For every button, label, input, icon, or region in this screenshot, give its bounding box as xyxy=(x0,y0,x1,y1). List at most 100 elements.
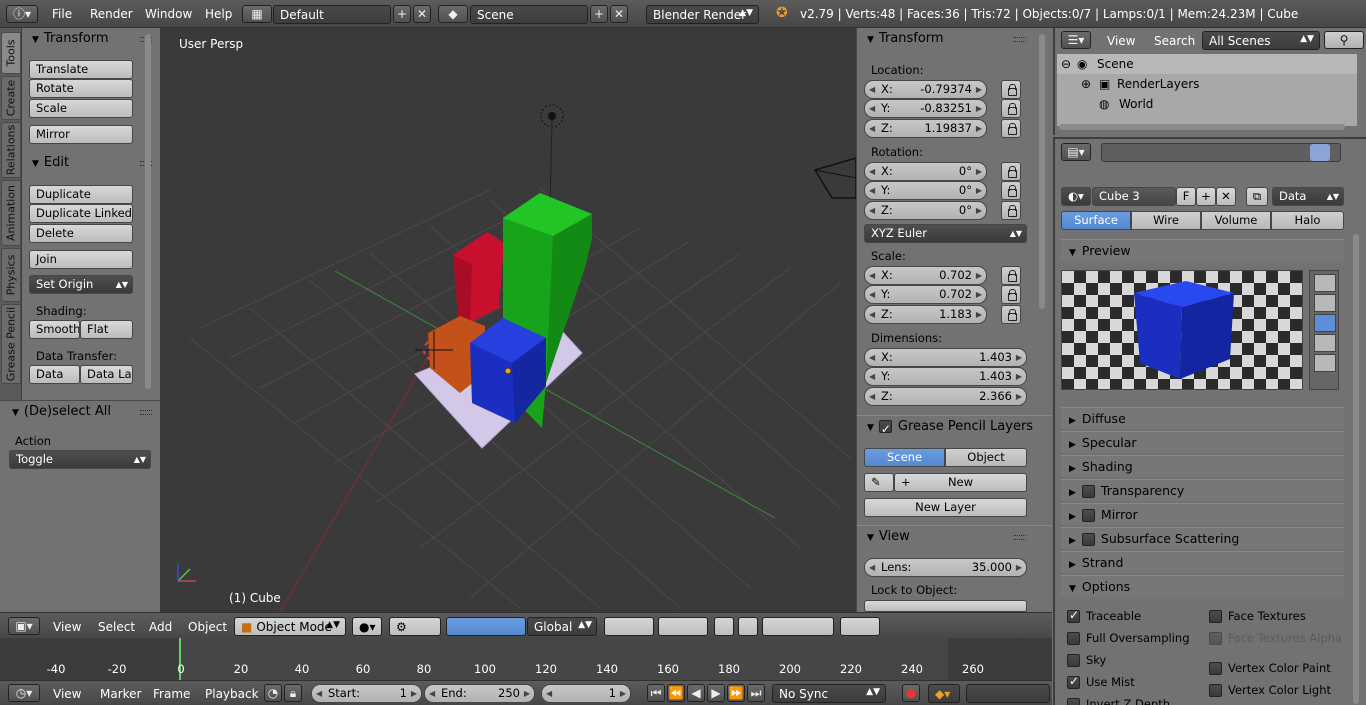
checkbox[interactable] xyxy=(1067,654,1080,667)
expand-icon[interactable]: ⊕ xyxy=(1081,74,1091,94)
smooth-button[interactable]: Smooth xyxy=(29,320,80,339)
layers-grid-1[interactable] xyxy=(604,617,654,636)
transparency-checkbox[interactable] xyxy=(1081,485,1095,498)
gp-object-toggle[interactable]: Object xyxy=(945,448,1027,467)
tab-tools[interactable]: Tools xyxy=(1,32,21,74)
vp-menu-add[interactable]: Add xyxy=(149,620,172,634)
monkey-preview-icon[interactable] xyxy=(1314,334,1336,352)
traceable-option[interactable]: Traceable xyxy=(1067,608,1141,623)
drag-grip-icon[interactable] xyxy=(140,410,152,415)
lock-icon[interactable] xyxy=(1001,162,1021,181)
outliner-h-scrollbar[interactable] xyxy=(1059,124,1345,130)
surface-tab[interactable]: Surface xyxy=(1061,211,1131,230)
grease-pencil-checkbox[interactable] xyxy=(878,418,892,440)
tree-row-world[interactable]: ◍ World xyxy=(1057,94,1357,114)
scale-button[interactable]: Scale xyxy=(29,99,133,118)
add-material-icon[interactable]: + xyxy=(1196,187,1216,206)
rotation-mode-select[interactable]: XYZ Euler ▲▼ xyxy=(864,224,1027,243)
sphere-preview-icon[interactable] xyxy=(1314,294,1336,312)
search-icon[interactable]: ⚲ xyxy=(1324,31,1364,49)
start-frame-field[interactable]: ◀ Start: 1 ▶ xyxy=(311,684,422,703)
outliner-search-menu[interactable]: Search xyxy=(1154,34,1195,48)
vp-menu-object[interactable]: Object xyxy=(188,620,227,634)
tl-menu-frame[interactable]: Frame xyxy=(153,687,190,701)
checkbox[interactable] xyxy=(1067,608,1080,623)
data-layers-button[interactable]: Data La xyxy=(80,365,133,384)
camera-icon[interactable] xyxy=(813,157,856,199)
flat-preview-icon[interactable] xyxy=(1314,274,1336,292)
layers-grid-2[interactable] xyxy=(658,617,708,636)
vertex-color-paint-option[interactable]: Vertex Color Paint xyxy=(1209,661,1331,675)
unlink-material-icon[interactable]: ✕ xyxy=(1216,187,1236,206)
keying-icon[interactable]: ◆▾ xyxy=(928,684,960,703)
tab-relations[interactable]: Relations xyxy=(1,122,21,178)
transparency-section-header[interactable]: ▶ Transparency xyxy=(1061,479,1344,501)
menu-render[interactable]: Render xyxy=(90,7,133,21)
link-select[interactable]: Data ▲▼ xyxy=(1272,187,1344,206)
drag-grip-icon[interactable] xyxy=(1014,37,1026,42)
scale-y-field[interactable]: ◀ Y: 0.702 ▶ xyxy=(864,285,987,304)
collapse-icon[interactable]: ⊖ xyxy=(1061,54,1071,74)
tl-menu-playback[interactable]: Playback xyxy=(205,687,259,701)
material-tab-icon[interactable] xyxy=(1310,144,1330,161)
checkbox[interactable] xyxy=(1067,674,1080,689)
jump-keyframe-back-icon[interactable]: ⏪ xyxy=(667,684,685,702)
tab-physics[interactable]: Physics xyxy=(1,248,21,302)
timeline-area[interactable]: -40 -20 0 20 40 60 80 100 120 140 160 18… xyxy=(0,638,1052,680)
render-icons[interactable] xyxy=(840,617,880,636)
npanel-scrollbar[interactable] xyxy=(1039,34,1045,309)
lock-icon[interactable] xyxy=(1001,266,1021,285)
scene-field[interactable]: Scene xyxy=(470,5,588,24)
keying-set-field[interactable] xyxy=(966,684,1050,703)
rotation-z-field[interactable]: ◀ Z: 0° ▶ xyxy=(864,201,987,220)
grease-pencil-panel-header[interactable]: ▼ Grease Pencil Layers xyxy=(857,415,1052,440)
jump-end-icon[interactable]: ⏭ xyxy=(747,684,765,702)
flat-button[interactable]: Flat xyxy=(80,320,133,339)
tab-animation[interactable]: Animation xyxy=(1,180,21,246)
cube-preview-icon[interactable] xyxy=(1314,314,1336,332)
render-engine-select[interactable]: Blender Render ▲▼ xyxy=(646,5,759,24)
duplicate-button[interactable]: Duplicate xyxy=(29,185,133,204)
remove-scene-icon[interactable]: ✕ xyxy=(610,5,628,23)
checkbox[interactable] xyxy=(1067,698,1080,705)
outliner-type-icon[interactable]: ☰▾ xyxy=(1061,31,1091,49)
lock-layers-icon[interactable] xyxy=(714,617,734,636)
lock-to-object-field[interactable] xyxy=(864,600,1027,612)
jump-keyframe-forward-icon[interactable]: ⏩ xyxy=(727,684,745,702)
play-reverse-icon[interactable]: ◀ xyxy=(687,684,705,702)
fake-user-button[interactable]: F xyxy=(1176,187,1196,206)
lock-icon[interactable] xyxy=(1001,80,1021,99)
sync-select[interactable]: No Sync ▲▼ xyxy=(772,684,886,703)
transform-panel-header[interactable]: ▼ Transform xyxy=(857,28,1052,50)
menu-help[interactable]: Help xyxy=(205,7,232,21)
properties-scrollbar[interactable] xyxy=(1353,234,1359,704)
use-mist-option[interactable]: Use Mist xyxy=(1067,674,1135,689)
toolshelf-scrollbar[interactable] xyxy=(145,34,151,389)
tree-row-scene[interactable]: ⊖ ◉ Scene xyxy=(1057,54,1357,74)
3d-viewport[interactable]: User Persp (1) Cube xyxy=(160,28,856,612)
editor-type-icon[interactable]: ⓘ▾ xyxy=(6,5,38,23)
dimension-z-field[interactable]: ◀ Z: 2.366 ▶ xyxy=(864,387,1027,406)
location-z-field[interactable]: ◀ Z: 1.19837 ▶ xyxy=(864,119,987,138)
specular-section-header[interactable]: ▶ Specular xyxy=(1061,431,1344,453)
shading-mode-icon[interactable]: ●▾ xyxy=(352,617,382,636)
invert-z-option[interactable]: Invert Z Depth xyxy=(1067,697,1170,705)
menu-file[interactable]: File xyxy=(52,7,72,21)
location-y-field[interactable]: ◀ Y: -0.83251 ▶ xyxy=(864,99,987,118)
edit-panel-header[interactable]: ▼ Edit xyxy=(22,152,160,174)
end-frame-field[interactable]: ◀ End: 250 ▶ xyxy=(424,684,535,703)
properties-type-icon[interactable]: ▤▾ xyxy=(1061,143,1091,161)
translate-button[interactable]: Translate xyxy=(29,60,133,79)
rotation-y-field[interactable]: ◀ Y: 0° ▶ xyxy=(864,181,987,200)
scale-z-field[interactable]: ◀ Z: 1.183 ▶ xyxy=(864,305,987,324)
lock-icon[interactable] xyxy=(1001,201,1021,220)
halo-tab[interactable]: Halo xyxy=(1271,211,1344,230)
tl-menu-view[interactable]: View xyxy=(53,687,81,701)
hair-preview-icon[interactable] xyxy=(1314,354,1336,372)
vp-menu-select[interactable]: Select xyxy=(98,620,135,634)
operator-panel-header[interactable]: ▼ (De)select All xyxy=(0,401,160,423)
current-frame-field[interactable]: ◀ 1 ▶ xyxy=(541,684,631,703)
checkbox[interactable] xyxy=(1209,684,1222,697)
browse-icon[interactable]: ⧉ xyxy=(1246,187,1268,206)
editor-type-icon[interactable]: ◷▾ xyxy=(8,684,40,702)
